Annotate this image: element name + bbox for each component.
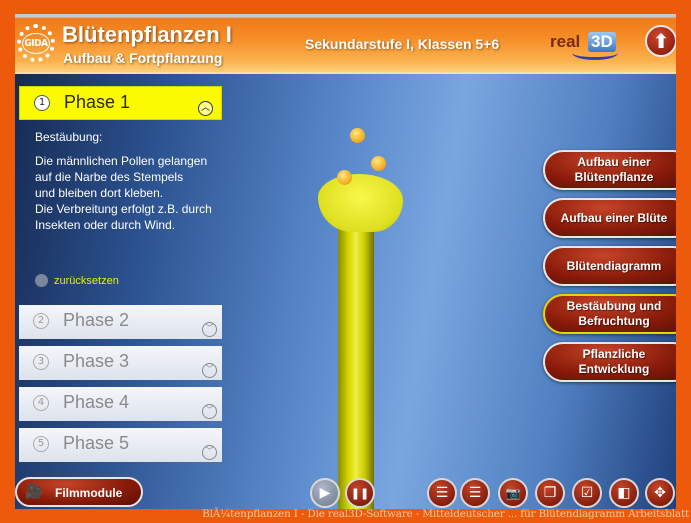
window-icon: ◧ (617, 485, 631, 501)
nav-label: Blütendiagramm (566, 258, 662, 273)
chevron-up-icon[interactable]: ︿ (198, 101, 213, 116)
nav-label: Aufbau einer Blütenpflanze (574, 155, 654, 184)
app-title: Blütenpflanzen I (62, 22, 232, 47)
pollen-grain (371, 156, 386, 171)
phase-4-header[interactable]: 4 Phase 4 ﹀ (19, 387, 222, 421)
app-window: GIDA Blütenpflanzen I Aufbau & Fortpflan… (15, 14, 676, 509)
nav-aufbau-bluete[interactable]: Aufbau einer Blüte (543, 198, 676, 238)
gida-logo-text: GIDA (22, 32, 50, 54)
arrow-up-icon: ⬆ (652, 29, 670, 53)
phase-1-header[interactable]: 1 Phase 1 ︿ (19, 86, 222, 120)
film-camera-icon: 🎥 (25, 484, 43, 500)
up-button[interactable]: ⬆ (645, 25, 676, 57)
list-button[interactable]: ☰ (427, 478, 457, 508)
real3d-logo: real 3D (550, 30, 620, 60)
phase-description-title: Bestäubung: (35, 130, 103, 144)
pollen-grain (337, 170, 352, 185)
app-subtitle: Aufbau & Fortpflanzung (63, 50, 223, 66)
pause-button[interactable]: ❚❚ (345, 478, 375, 508)
phase-number: 2 (33, 313, 49, 329)
phase-number: 1 (34, 95, 50, 111)
gida-logo: GIDA (17, 24, 55, 62)
pause-icon: ❚❚ (350, 486, 370, 500)
nav-bluetendiagramm[interactable]: Blütendiagramm (543, 246, 676, 286)
checkbox-icon: ☑ (580, 485, 594, 501)
camera-icon: 📷 (505, 486, 521, 500)
phase-label: Phase 1 (64, 92, 131, 112)
nav-aufbau-bluetenpflanze[interactable]: Aufbau einer Blütenpflanze (543, 150, 676, 190)
list-icon: ☰ (435, 485, 449, 501)
phase-number: 5 (33, 436, 49, 452)
swoosh-icon (572, 46, 618, 60)
header-bar: GIDA Blütenpflanzen I Aufbau & Fortpflan… (15, 14, 676, 74)
filmmodule-button[interactable]: 🎥 Filmmodule (15, 477, 143, 507)
image-caption: BlÃ¼tenpflanzen I - Die real3D-Software … (202, 508, 689, 520)
nav-label: Aufbau einer Blüte (560, 210, 668, 225)
grade-level: Sekundarstufe I, Klassen 5+6 (305, 36, 500, 52)
pollen-grain (350, 128, 365, 143)
phase-5-header[interactable]: 5 Phase 5 ﹀ (19, 428, 222, 462)
chevron-down-icon[interactable]: ﹀ (202, 445, 217, 460)
phase-3-header[interactable]: 3 Phase 3 ﹀ (19, 346, 222, 380)
list-alt-icon: ☰ (468, 485, 482, 501)
nav-label: Pflanzliche Entwicklung (578, 347, 650, 376)
pistil-3d-model[interactable] (310, 114, 430, 509)
move-icon: ✥ (654, 485, 666, 501)
phase-label: Phase 2 (63, 310, 130, 330)
style-stem (338, 214, 374, 509)
stigma (318, 174, 403, 232)
phase-number: 3 (33, 354, 49, 370)
play-button[interactable]: ▶ (310, 478, 340, 508)
nav-label: Bestäubung und Befruchtung (566, 299, 662, 328)
copy-icon: ❐ (543, 485, 557, 501)
nav-bestaeubung-befruchtung[interactable]: Bestäubung und Befruchtung (543, 294, 676, 334)
phase-2-header[interactable]: 2 Phase 2 ﹀ (19, 305, 222, 339)
filmmodule-label: Filmmodule (55, 486, 123, 500)
list-alt-button[interactable]: ☰ (460, 478, 490, 508)
phase-number: 4 (33, 395, 49, 411)
phase-description: Die männlichen Pollen gelangen auf die N… (35, 154, 212, 232)
phase-label: Phase 4 (63, 392, 130, 412)
camera-button[interactable]: 📷 (498, 478, 528, 508)
chevron-down-icon[interactable]: ﹀ (202, 363, 217, 378)
phase-label: Phase 5 (63, 433, 130, 453)
radio-dot-icon (35, 274, 48, 287)
reset-label: zurücksetzen (54, 274, 119, 287)
reset-button[interactable]: zurücksetzen (35, 274, 119, 287)
play-icon: ▶ (319, 485, 331, 501)
move-button[interactable]: ✥ (645, 478, 675, 508)
chevron-down-icon[interactable]: ﹀ (202, 404, 217, 419)
nav-pflanzliche-entwicklung[interactable]: Pflanzliche Entwicklung (543, 342, 676, 382)
chevron-down-icon[interactable]: ﹀ (202, 322, 217, 337)
checkbox-button[interactable]: ☑ (572, 478, 602, 508)
window-button[interactable]: ◧ (609, 478, 639, 508)
copy-button[interactable]: ❐ (535, 478, 565, 508)
phase-label: Phase 3 (63, 351, 130, 371)
